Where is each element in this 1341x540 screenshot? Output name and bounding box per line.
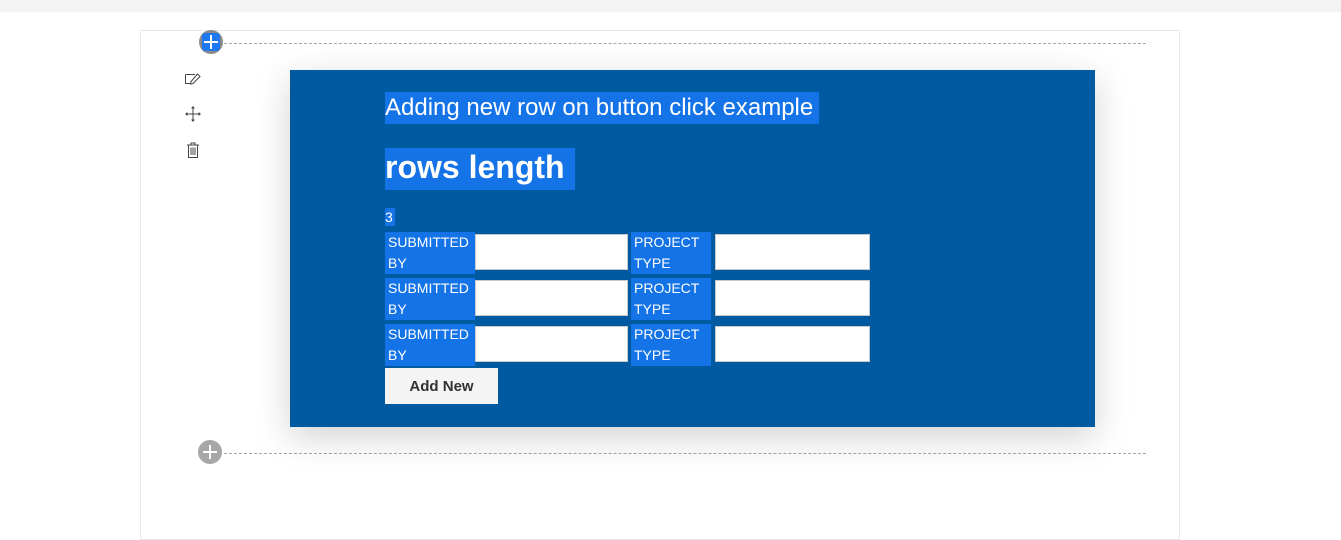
delete-webpart-icon[interactable] xyxy=(183,140,203,160)
submitted-by-input[interactable] xyxy=(475,234,628,270)
add-section-button-top[interactable] xyxy=(199,30,223,54)
form-row: SUBMITTED BY PROJECT TYPE xyxy=(385,278,885,320)
top-strip xyxy=(0,0,1341,12)
project-type-label: PROJECT TYPE xyxy=(631,278,711,320)
submitted-by-input[interactable] xyxy=(475,280,628,316)
form-row: SUBMITTED BY PROJECT TYPE xyxy=(385,232,885,274)
submitted-by-label: SUBMITTED BY xyxy=(385,232,475,274)
project-type-label: PROJECT TYPE xyxy=(631,324,711,366)
rows-length-heading: rows length xyxy=(385,148,575,190)
submitted-by-label: SUBMITTED BY xyxy=(385,278,475,320)
submitted-by-label: SUBMITTED BY xyxy=(385,324,475,366)
submitted-by-input[interactable] xyxy=(475,326,628,362)
edit-webpart-icon[interactable] xyxy=(183,69,203,89)
project-type-input[interactable] xyxy=(715,280,870,316)
project-type-label: PROJECT TYPE xyxy=(631,232,711,274)
webpart-container[interactable]: Adding new row on button click example r… xyxy=(290,70,1095,427)
section-divider-top xyxy=(224,43,1146,44)
plus-icon xyxy=(202,33,220,51)
section-divider-bottom xyxy=(224,453,1146,454)
add-new-button[interactable]: Add New xyxy=(385,368,498,404)
project-type-input[interactable] xyxy=(715,234,870,270)
project-type-input[interactable] xyxy=(715,326,870,362)
webpart-title: Adding new row on button click example xyxy=(385,92,820,124)
move-webpart-icon[interactable] xyxy=(183,104,203,124)
form-row: SUBMITTED BY PROJECT TYPE xyxy=(385,324,885,366)
add-section-button-bottom[interactable] xyxy=(198,440,222,464)
rows-length-value: 3 xyxy=(385,208,395,226)
